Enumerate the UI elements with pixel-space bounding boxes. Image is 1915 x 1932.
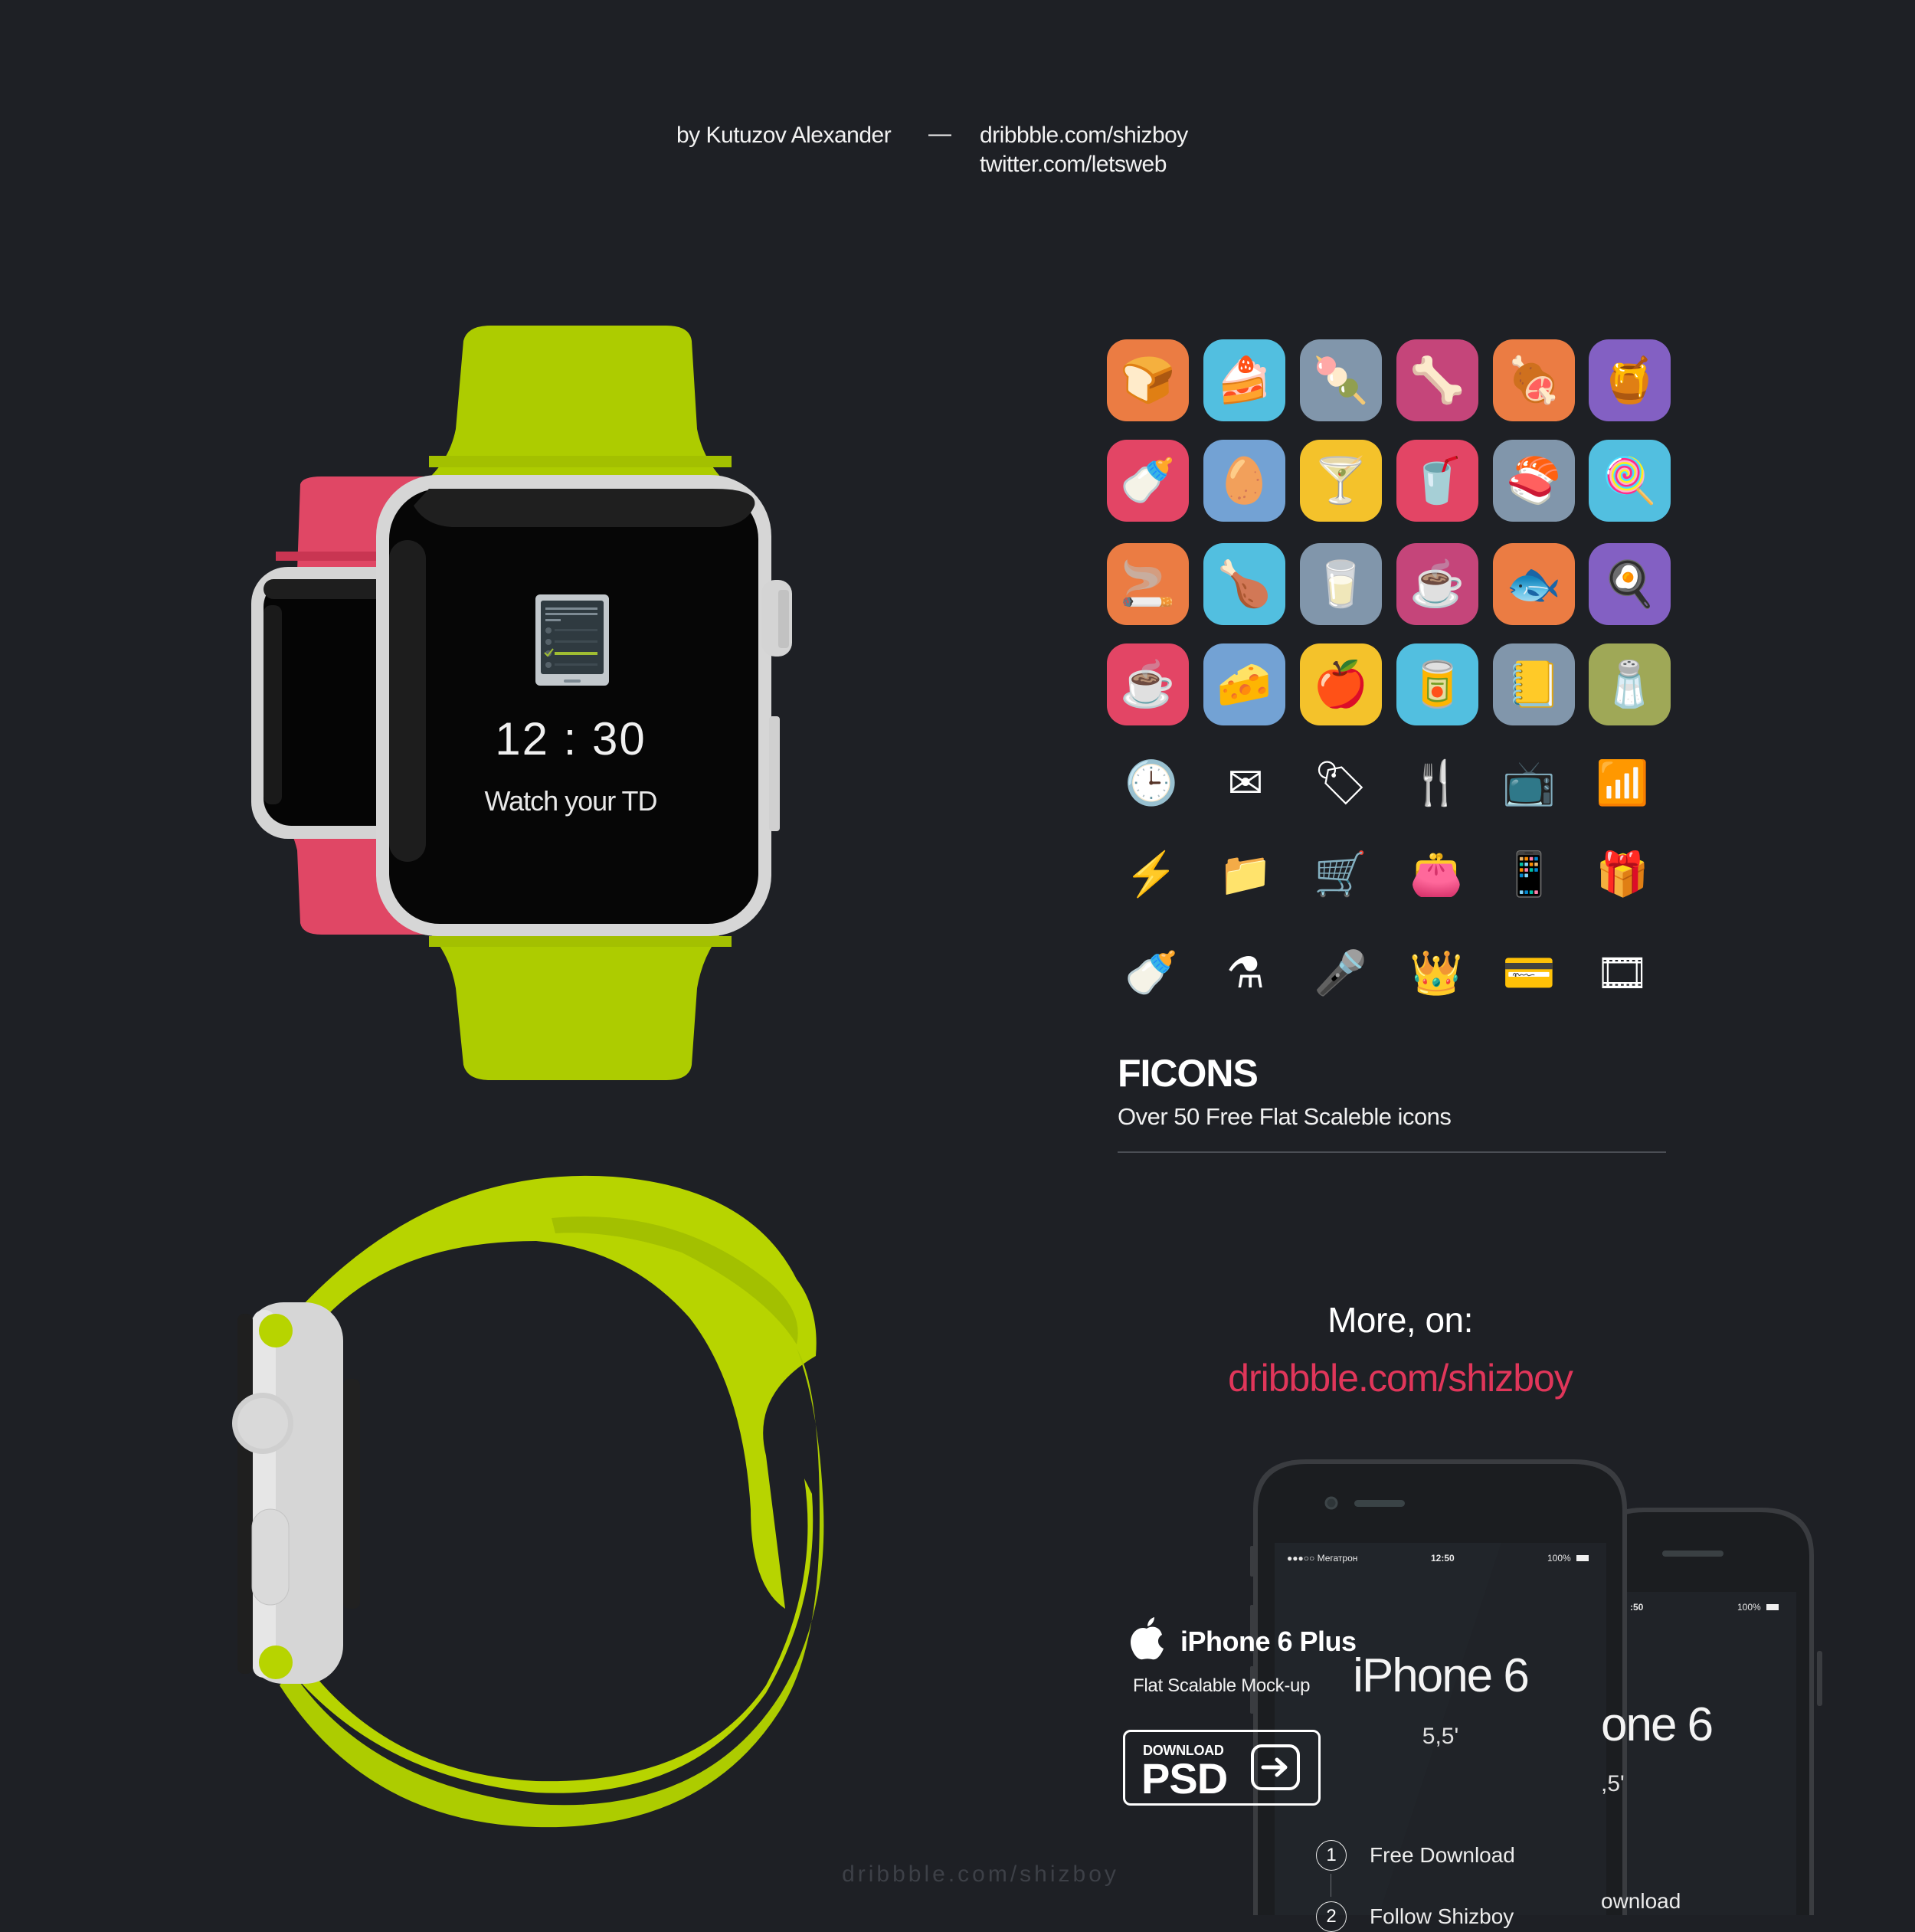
status-battery-back: 100%: [1737, 1602, 1761, 1613]
film-icon: 🎞: [1595, 948, 1650, 997]
arrow-right-icon: [1251, 1744, 1300, 1790]
more-on-label: More, on:: [1327, 1300, 1473, 1340]
popsicle-icon: 🍡: [1300, 339, 1382, 421]
phone-title-back: one 6: [1601, 1698, 1714, 1751]
promo-subtitle: Flat Scalable Mock-up: [1133, 1675, 1311, 1696]
bone-icon: 🦴: [1396, 339, 1478, 421]
status-time: 12:50: [1431, 1553, 1455, 1564]
wifi-icon: 📶: [1596, 758, 1649, 807]
ficons-title: FICONS: [1118, 1052, 1259, 1095]
salt-icon: 🧂: [1589, 643, 1671, 725]
clock-icon: 🕒: [1124, 758, 1178, 807]
tea-cup-icon: ☕: [1396, 543, 1478, 625]
side-button: [251, 1508, 290, 1606]
fish-icon: 🐟: [1493, 543, 1575, 625]
status-battery: 100%: [1547, 1553, 1571, 1564]
cigarettes-icon: 🚬: [1107, 543, 1189, 625]
cheese-icon: 🧀: [1203, 643, 1285, 725]
psd-label: PSD: [1141, 1754, 1228, 1803]
coffee-cup-icon: ☕: [1107, 643, 1189, 725]
side-watch-case: [232, 1302, 360, 1684]
egg-icon: 🥚: [1203, 440, 1285, 522]
sushi-icon: 🍣: [1493, 440, 1575, 522]
milk-icon: 🥛: [1300, 543, 1382, 625]
bottle-icon: 🍼: [1107, 440, 1189, 522]
pacifier-icon: 🍼: [1124, 948, 1178, 997]
fried-egg-icon: 🍳: [1589, 543, 1671, 625]
jar-icon: 🍯: [1589, 339, 1671, 421]
promo-title: iPhone 6 Plus: [1180, 1626, 1357, 1657]
cutlery-icon: 🍴: [1409, 758, 1463, 807]
soda-can-icon: 🥫: [1396, 643, 1478, 725]
phone-icon: 📱: [1502, 850, 1556, 898]
chicken-leg-icon: 🍗: [1203, 543, 1285, 625]
ficons-subtitle: Over 50 Free Flat Scaleble icons: [1118, 1103, 1452, 1130]
phone-size: 5,5': [1422, 1724, 1459, 1749]
credit-card-icon: 💳: [1502, 948, 1556, 997]
bread-icon: 🍞: [1107, 339, 1189, 421]
watch-front-illustration: [251, 326, 792, 1080]
vip-icon: 👑: [1409, 948, 1463, 997]
status-time-back: :50: [1630, 1602, 1644, 1613]
twitter-link[interactable]: twitter.com/letsweb: [980, 152, 1167, 178]
hookah-icon: ⚗: [1226, 948, 1265, 997]
status-carrier: ●●●○○ Мегатрон: [1287, 1553, 1358, 1564]
step-number: 2: [1316, 1901, 1347, 1932]
step-free-download[interactable]: Free Download: [1370, 1843, 1515, 1868]
side-button: [769, 716, 780, 831]
battery-icon: [1766, 1604, 1779, 1610]
folder-icon: 📁: [1219, 850, 1272, 898]
juice-icon: 🥤: [1396, 440, 1478, 522]
tv-icon: 📺: [1502, 758, 1556, 807]
microphone-icon: 🎤: [1314, 948, 1367, 997]
lightning-icon: ⚡: [1124, 850, 1178, 898]
dribbble-link[interactable]: dribbble.com/shizboy: [980, 123, 1188, 149]
download-psd-button[interactable]: DOWNLOAD PSD: [1123, 1730, 1321, 1806]
watch-time: 12 : 30: [495, 713, 647, 765]
step-download-back: ownload: [1601, 1889, 1681, 1913]
cake-icon: 🍰: [1203, 339, 1285, 421]
mail-icon: ✉: [1227, 758, 1264, 807]
apple-fruit-icon: 🍎: [1300, 643, 1382, 725]
book-icon: 📒: [1493, 643, 1575, 725]
phone-size-back: ,5': [1601, 1771, 1625, 1796]
watermark: dribbble.com/shizboy: [842, 1862, 1119, 1887]
tag-icon: 🏷: [1313, 758, 1368, 807]
divider: [1118, 1151, 1666, 1153]
step-follow[interactable]: Follow Shizboy: [1370, 1904, 1514, 1929]
wallet-icon: 👛: [1409, 850, 1463, 898]
gift-icon: 🎁: [1596, 850, 1649, 898]
watch-case: [376, 475, 792, 936]
header-separator: —: [928, 121, 951, 146]
battery-icon: [1576, 1555, 1589, 1561]
watch-caption: Watch your TD: [484, 785, 657, 817]
candy-icon: 🍭: [1589, 440, 1671, 522]
cocktail-icon: 🍸: [1300, 440, 1382, 522]
side-band-loop: [280, 1175, 824, 1828]
step-number: 1: [1316, 1840, 1347, 1871]
apple-logo-icon: [1131, 1617, 1164, 1660]
cart-icon: 🛒: [1314, 850, 1367, 898]
more-dribbble-link[interactable]: dribbble.com/shizboy: [1132, 1356, 1668, 1400]
watch-side-illustration: [232, 1175, 824, 1828]
todo-list-icon: [535, 594, 609, 686]
meat-icon: 🍖: [1493, 339, 1575, 421]
